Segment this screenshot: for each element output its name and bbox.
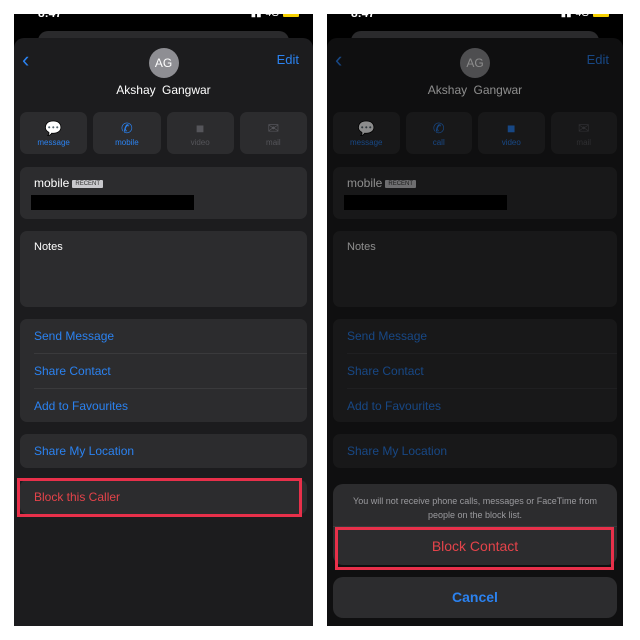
phone-label: mobile [34,176,70,190]
status-time: 8:47 [38,14,62,20]
status-time: 8:47 [351,14,375,20]
share-contact-item[interactable]: Share Contact [34,354,307,389]
share-location-item[interactable]: Share My Location [20,434,307,468]
back-chevron-icon[interactable]: ‹ [22,49,29,71]
phone-icon: ✆ [121,119,133,136]
action-label: video [190,137,210,147]
contact-card-sheet: ‹ Edit AG Akshay Gangwar 💬 message ✆ mobil… [14,38,313,626]
cancel-button[interactable]: Cancel [333,577,617,618]
mail-action-button[interactable]: ✉ mail [239,112,307,154]
redacted-phone-number [31,195,194,210]
add-to-favourites-item[interactable]: Add to Favourites [34,389,307,423]
signal-icon: ▮▮ [251,14,262,19]
contact-name: Akshay Gangwar [116,83,211,97]
video-action-button[interactable]: ■ video [166,112,234,154]
avatar: AG [148,48,179,78]
edit-button[interactable]: Edit [277,52,299,67]
actions-list: Send Message Share Contact Add to Favour… [20,319,307,422]
signal-icon: ▮▮ [561,14,572,19]
call-action-button[interactable]: ✆ mobile [93,112,161,154]
highlight-box [17,478,302,517]
phone-number-card[interactable]: mobile RECENT [20,167,307,219]
action-label: message [37,137,70,147]
action-label: mobile [115,137,139,147]
mail-icon: ✉ [267,119,280,136]
network-label: 4G [576,14,589,19]
status-bar: 8:47 ▮▮ 4G [327,14,623,22]
block-warning-text: You will not receive phone calls, messag… [353,496,597,520]
action-label: mail [266,137,281,147]
quick-actions: 💬 message ✆ mobile ■ video ✉ mail [20,112,307,154]
contact-screen-left: 8:47 ▮▮ 4G ‹ Edit AG Akshay Gangwar 💬mess… [14,14,313,626]
status-bar: 8:47 ▮▮ 4G [14,14,313,22]
notes-label: Notes [34,241,63,253]
message-action-button[interactable]: 💬 message [20,112,88,154]
send-message-item[interactable]: Send Message [34,319,307,354]
highlight-box [335,527,614,570]
notes-card[interactable]: Notes [20,231,307,307]
network-label: 4G [266,14,279,19]
message-icon: 💬 [44,119,63,136]
recent-badge: RECENT [72,180,104,188]
battery-icon [283,14,299,17]
video-icon: ■ [195,119,205,136]
battery-icon [593,14,609,17]
